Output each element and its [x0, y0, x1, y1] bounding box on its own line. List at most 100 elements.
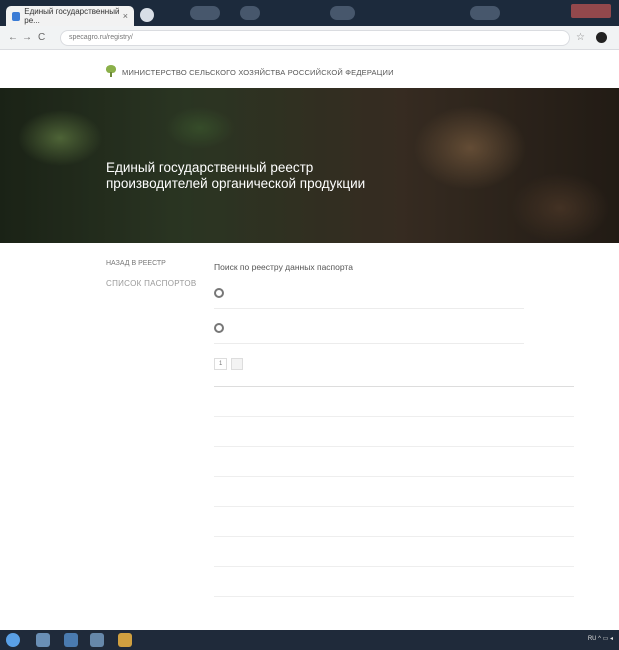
table-cell: [304, 566, 349, 597]
app-icon[interactable]: [64, 633, 78, 647]
sidebar: НАЗАД В РЕЕСТР СПИСОК ПАСПОРТОВ: [106, 260, 198, 300]
table-cell: [259, 476, 304, 507]
sidebar-heading: СПИСОК ПАСПОРТОВ: [106, 279, 197, 288]
taskbar-blur: [330, 6, 355, 20]
table-cell: [394, 476, 439, 507]
table-row[interactable]: [214, 416, 574, 447]
row-detail-link[interactable]: [529, 416, 574, 447]
table-cell: [394, 386, 439, 417]
table-row[interactable]: [214, 506, 574, 537]
taskbar-blur: [190, 6, 220, 20]
row-detail-link[interactable]: [529, 506, 574, 537]
table-cell: [349, 536, 394, 567]
start-button-icon[interactable]: [6, 633, 20, 647]
browser-tab[interactable]: Единый государственный ре... ×: [6, 6, 134, 26]
table-cell: [214, 536, 259, 567]
url-input[interactable]: specagro.ru/registry/: [60, 30, 570, 46]
table-cell: [259, 506, 304, 537]
table-cell: [439, 386, 484, 417]
table-cell: [259, 386, 304, 417]
ministry-name[interactable]: МИНИСТЕРСТВО СЕЛЬСКОГО ХОЗЯЙСТВА РОССИЙС…: [122, 68, 394, 77]
main-content: Поиск по реестру данных паспорта 1: [214, 262, 574, 597]
row-detail-link[interactable]: [529, 476, 574, 507]
table-cell: [349, 506, 394, 537]
table-cell: [349, 446, 394, 477]
row-detail-link[interactable]: [529, 566, 574, 597]
chrome-icon[interactable]: [118, 633, 132, 647]
radio-button-icon[interactable]: [214, 323, 224, 333]
table-cell: [349, 476, 394, 507]
table-cell: [394, 536, 439, 567]
table-row[interactable]: [214, 536, 574, 567]
table-cell: [259, 536, 304, 567]
table-cell: [439, 536, 484, 567]
row-detail-link[interactable]: [529, 536, 574, 567]
os-taskbar: RU ^ ▭ ◂: [0, 630, 619, 650]
table-cell: [214, 506, 259, 537]
row-detail-link[interactable]: [529, 446, 574, 477]
new-tab-button[interactable]: [140, 8, 154, 22]
table-cell: [484, 416, 529, 447]
table-cell: [439, 476, 484, 507]
table-cell: [214, 446, 259, 477]
site-favicon-icon: [12, 11, 21, 21]
hero-banner: Единый государственный реестр производит…: [0, 88, 619, 243]
table-cell: [439, 566, 484, 597]
reload-button[interactable]: C: [38, 32, 45, 43]
next-page-button[interactable]: [231, 358, 244, 370]
back-to-registry-link[interactable]: НАЗАД В РЕЕСТР: [106, 260, 198, 267]
table-cell: [484, 536, 529, 567]
app-icon[interactable]: [90, 633, 104, 647]
table-cell: [304, 536, 349, 567]
table-cell: [484, 386, 529, 417]
table-row[interactable]: [214, 476, 574, 507]
table-row[interactable]: [214, 386, 574, 417]
table-cell: [214, 476, 259, 507]
table-cell: [214, 566, 259, 597]
table-cell: [349, 566, 394, 597]
table-cell: [394, 506, 439, 537]
system-tray[interactable]: RU ^ ▭ ◂: [588, 635, 613, 642]
table-cell: [484, 566, 529, 597]
table-cell: [394, 566, 439, 597]
table-cell: [304, 446, 349, 477]
profile-avatar[interactable]: [596, 32, 607, 43]
table-cell: [439, 506, 484, 537]
tab-close-icon[interactable]: ×: [123, 11, 128, 21]
bookmark-star-icon[interactable]: ☆: [576, 32, 585, 43]
page-button[interactable]: 1: [214, 358, 228, 370]
row-detail-link[interactable]: [529, 386, 574, 417]
table-cell: [304, 386, 349, 417]
site-header: МИНИСТЕРСТВО СЕЛЬСКОГО ХОЗЯЙСТВА РОССИЙС…: [0, 50, 619, 88]
radio-option-1[interactable]: [214, 284, 524, 309]
table-cell: [214, 386, 259, 417]
pagination: 1: [214, 358, 544, 370]
back-button[interactable]: ←: [8, 32, 18, 43]
file-explorer-icon[interactable]: [36, 633, 50, 647]
table-row[interactable]: [214, 446, 574, 477]
table-cell: [259, 566, 304, 597]
table-cell: [259, 446, 304, 477]
radio-button-icon[interactable]: [214, 288, 224, 298]
table-cell: [484, 506, 529, 537]
table-cell: [304, 506, 349, 537]
table-cell: [214, 416, 259, 447]
page-title: Поиск по реестру данных паспорта: [214, 262, 353, 272]
table-cell: [349, 416, 394, 447]
window-controls[interactable]: [571, 4, 611, 18]
table-cell: [349, 386, 394, 417]
ministry-logo-icon[interactable]: [106, 65, 116, 77]
table-cell: [259, 416, 304, 447]
table-cell: [394, 446, 439, 477]
table-cell: [439, 416, 484, 447]
browser-tabbar: Единый государственный ре... ×: [0, 0, 619, 26]
hero-title: Единый государственный реестр производит…: [106, 160, 366, 191]
passports-table: [214, 380, 574, 597]
address-bar: ← → C specagro.ru/registry/ ☆: [0, 26, 619, 50]
taskbar-blur: [470, 6, 500, 20]
table-row[interactable]: [214, 566, 574, 597]
forward-button[interactable]: →: [22, 32, 32, 43]
table-cell: [484, 476, 529, 507]
radio-option-2[interactable]: [214, 319, 524, 344]
table-cell: [394, 416, 439, 447]
